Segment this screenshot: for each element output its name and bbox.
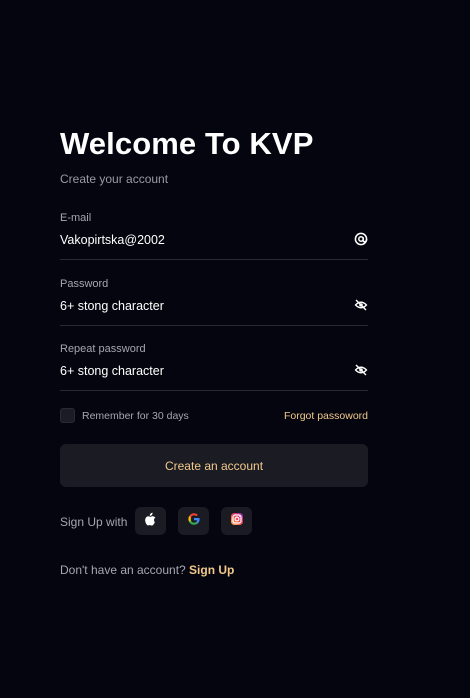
email-label: E-mail: [60, 212, 92, 224]
repeat-password-input[interactable]: 6+ stong character: [60, 364, 164, 378]
apple-signup-button[interactable]: [135, 507, 166, 535]
social-signup-row: Sign Up with: [60, 507, 368, 535]
password-field[interactable]: Password 6+ stong character: [60, 278, 368, 326]
remember-row: Remember for 30 days Forgot passoword: [60, 408, 368, 424]
create-account-button[interactable]: Create an account: [60, 444, 368, 487]
instagram-signup-button[interactable]: [221, 507, 252, 535]
remember-checkbox[interactable]: [60, 408, 75, 423]
social-label: Sign Up with: [60, 515, 128, 529]
at-icon: [354, 232, 368, 246]
google-signup-button[interactable]: [178, 507, 209, 535]
eye-off-icon[interactable]: [354, 298, 368, 312]
forgot-password-link[interactable]: Forgot passoword: [284, 410, 368, 422]
signup-prompt: Don't have an account? Sign Up: [60, 563, 234, 577]
email-input[interactable]: Vakopirtska@2002: [60, 233, 165, 247]
page-title: Welcome To KVP: [60, 126, 314, 161]
apple-icon: [144, 512, 157, 531]
password-label: Password: [60, 278, 109, 290]
repeat-password-field[interactable]: Repeat password 6+ stong character: [60, 343, 368, 391]
email-field[interactable]: E-mail Vakopirtska@2002: [60, 212, 368, 260]
instagram-icon: [230, 512, 244, 531]
eye-off-icon[interactable]: [354, 363, 368, 377]
page-subtitle: Create your account: [60, 172, 169, 186]
sign-up-link[interactable]: Sign Up: [189, 563, 234, 577]
signup-prompt-text: Don't have an account?: [60, 563, 190, 577]
google-icon: [187, 512, 201, 531]
password-input[interactable]: 6+ stong character: [60, 299, 164, 313]
repeat-password-label: Repeat password: [60, 343, 146, 355]
remember-label: Remember for 30 days: [82, 410, 189, 422]
